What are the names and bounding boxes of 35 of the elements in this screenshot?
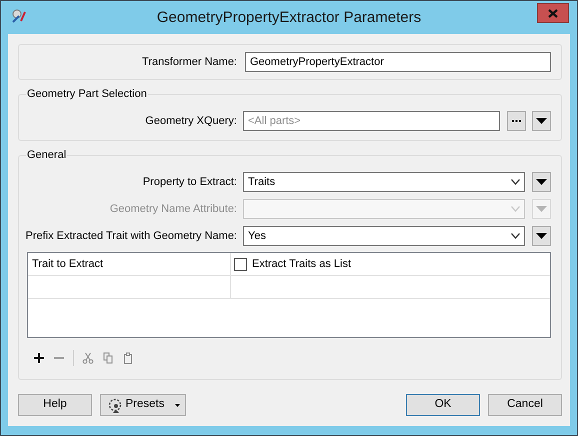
- dropdown-button[interactable]: [532, 111, 551, 131]
- add-icon[interactable]: [33, 352, 45, 364]
- chevron-icon: [511, 179, 520, 185]
- checkbox[interactable]: [234, 258, 247, 270]
- field-label: Property to Extract:: [142, 174, 237, 190]
- app-icon: [11, 9, 27, 23]
- caret-icon: [174, 404, 180, 406]
- presets-button[interactable]: Presets: [100, 394, 186, 416]
- column-header: Trait to Extract: [32, 256, 104, 272]
- triangle-icon: [536, 206, 547, 212]
- chevron-icon: [511, 206, 520, 212]
- chevron-icon: [511, 233, 520, 239]
- close-button[interactable]: [537, 3, 569, 23]
- window-title: GeometryPropertyExtractor Parameters: [156, 9, 422, 26]
- triangle-icon: [536, 179, 547, 185]
- dialog-button[interactable]: Help: [18, 394, 92, 416]
- ellipsis-icon: [512, 120, 521, 122]
- dialog-button[interactable]: OK: [406, 394, 480, 416]
- field-label: Transformer Name:: [141, 54, 237, 70]
- triangle-icon: [536, 118, 547, 124]
- column-header: Extract Traits as List: [252, 256, 352, 272]
- combo-box[interactable]: Yes: [243, 226, 525, 246]
- field-label: Geometry XQuery:: [144, 114, 237, 129]
- ellipsis-button[interactable]: [507, 111, 526, 131]
- dialog-button[interactable]: Cancel: [488, 394, 562, 416]
- dropdown-button[interactable]: [532, 172, 551, 192]
- triangle-icon: [536, 233, 547, 239]
- field-label: Prefix Extracted Trait with Geometry Name:: [24, 228, 237, 244]
- text-field[interactable]: GeometryPropertyExtractor: [245, 52, 551, 72]
- combo-box[interactable]: Traits: [243, 172, 525, 192]
- dropdown-button[interactable]: [532, 226, 551, 246]
- text-field[interactable]: <All parts>: [243, 111, 500, 131]
- group-title: Geometry Part Selection: [26, 87, 148, 102]
- close-icon: [548, 8, 558, 18]
- field-label: Geometry Name Attribute:: [108, 202, 237, 217]
